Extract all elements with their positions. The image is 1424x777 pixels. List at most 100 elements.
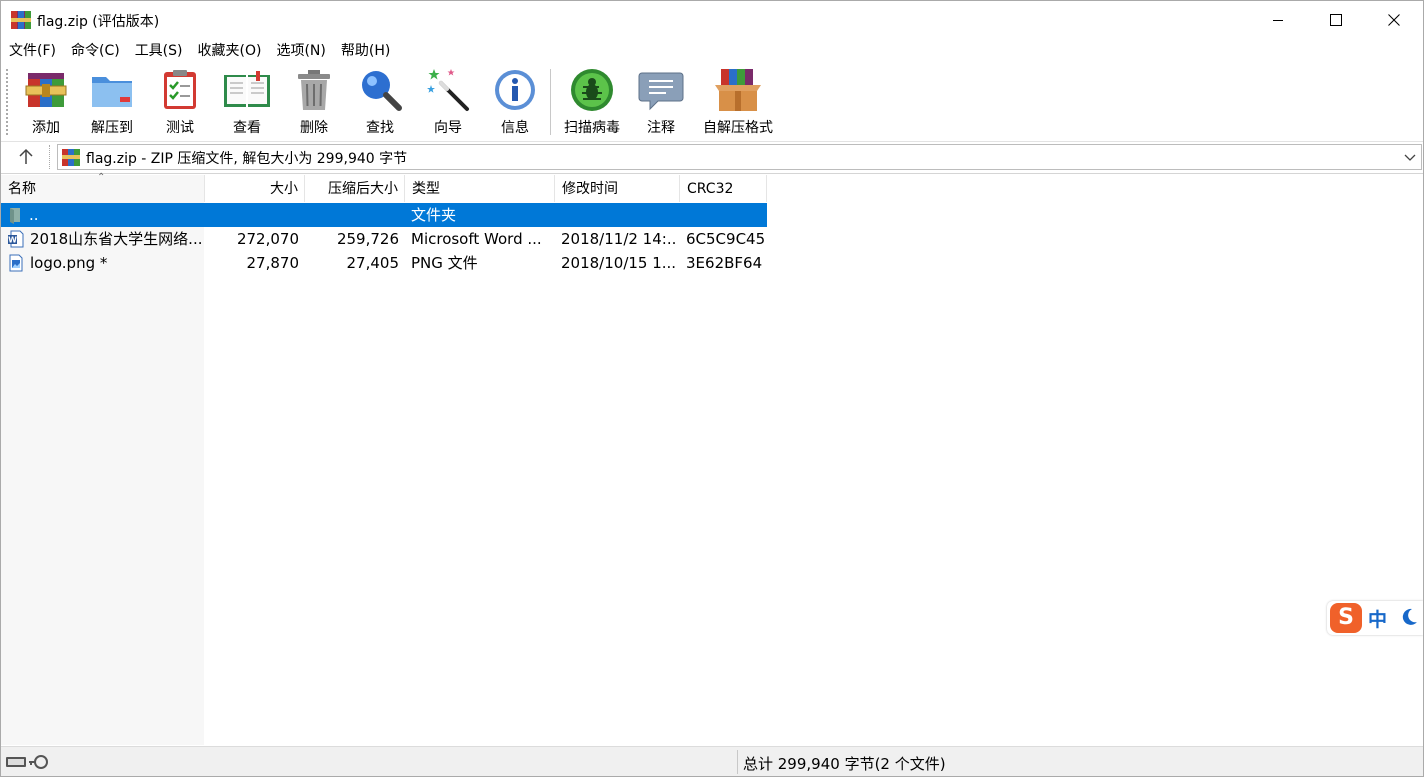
column-header-crc[interactable]: CRC32 [680,175,767,202]
row-packed [305,203,399,227]
close-button[interactable] [1365,1,1423,39]
info-icon [495,70,535,110]
comment-label: 注释 [647,120,675,136]
maximize-button[interactable] [1307,1,1365,39]
toolbar-separator [550,69,551,135]
file-list[interactable]: ⌃ 名称 大小 压缩后大小 类型 修改时间 CRC32 .. 文件夹 W 201… [1,172,1423,745]
row-name: 2018山东省大学生网络... [30,230,202,248]
title-bar[interactable]: flag.zip (评估版本) [1,1,1423,39]
menu-file[interactable]: 文件(F) [1,39,63,63]
add-label: 添加 [32,120,60,136]
list-header: ⌃ 名称 大小 压缩后大小 类型 修改时间 CRC32 [1,172,767,202]
sfx-label: 自解压格式 [703,120,773,136]
row-modified: 2018/11/2 14:... [561,230,676,248]
ime-toolbar[interactable]: S 中 [1327,601,1423,635]
test-button[interactable]: 测试 [157,67,203,137]
row-crc: 3E62BF64 [686,254,763,272]
sfx-button[interactable]: 自解压格式 [699,67,777,137]
delete-label: 删除 [300,120,328,136]
svg-text:W: W [8,236,17,245]
comment-button[interactable]: 注释 [638,67,684,137]
menu-favorites[interactable]: 收藏夹(O) [190,39,269,63]
wizard-button[interactable]: 向导 [425,67,471,137]
virus-scan-icon [571,69,613,111]
row-type: 文件夹 [411,206,457,224]
column-header-name-label: 名称 [8,181,36,197]
row-crc: 6C5C9C45 [686,230,766,248]
up-one-level-button[interactable] [13,146,39,168]
column-header-size[interactable]: 大小 [205,175,305,202]
add-button[interactable]: 添加 [23,67,69,137]
row-modified: 2018/10/15 1... [561,254,676,272]
parent-folder-icon [10,208,20,224]
row-type: PNG 文件 [411,254,478,272]
minimize-button[interactable] [1249,1,1307,39]
view-button[interactable]: 查看 [221,67,273,137]
menu-bar: 文件(F) 命令(C) 工具(S) 收藏夹(O) 选项(N) 帮助(H) [1,39,1423,63]
status-summary: 总计 299,940 字节(2 个文件) [743,755,946,773]
wizard-label: 向导 [434,120,462,136]
column-header-packed[interactable]: 压缩后大小 [305,175,405,202]
extract-folder-icon [92,77,132,107]
row-name: logo.png * [30,254,108,272]
info-label: 信息 [501,120,529,136]
toolbar: 添加 解压到 测试 查看 删除 查找 向导 信息 扫描病毒 注释 自解压格式 [1,63,1423,142]
row-modified [561,203,676,227]
chevron-down-icon[interactable] [1401,147,1419,167]
trash-icon [298,70,330,110]
row-crc [686,203,766,227]
test-clipboard-icon [164,70,196,109]
row-type: Microsoft Word ... [411,230,542,248]
test-label: 测试 [166,120,194,136]
word-document-icon: W [8,230,24,248]
minimize-icon [1273,20,1283,21]
menu-tools[interactable]: 工具(S) [127,39,190,63]
row-name: .. [29,206,39,224]
address-grip [49,145,53,169]
sort-ascending-icon: ⌃ [97,172,106,183]
status-bar: 总计 299,940 字节(2 个文件) [1,746,1423,776]
list-row-image[interactable]: logo.png * 27,870 27,405 PNG 文件 2018/10/… [1,251,767,275]
extract-to-button[interactable]: 解压到 [87,67,137,137]
row-size [205,203,299,227]
row-size: 272,070 [236,230,299,248]
winrar-window: flag.zip (评估版本) 文件(F) 命令(C) 工具(S) 收藏夹(O)… [0,0,1424,777]
moon-icon[interactable] [1399,607,1419,627]
find-button[interactable]: 查找 [357,67,403,137]
view-label: 查看 [233,120,261,136]
column-header-name[interactable]: ⌃ 名称 [1,172,205,202]
virus-scan-label: 扫描病毒 [564,120,620,136]
row-packed: 27,405 [346,254,400,272]
window-title: flag.zip (评估版本) [37,14,160,30]
ime-mode-indicator[interactable]: 中 [1368,605,1387,632]
view-book-icon [224,71,270,107]
list-row-parent[interactable]: .. 文件夹 [1,203,767,227]
info-button[interactable]: 信息 [492,67,538,137]
sogou-logo-icon[interactable]: S [1330,603,1362,633]
add-archive-icon [25,73,67,107]
column-header-modified[interactable]: 修改时间 [555,175,680,202]
list-row-document[interactable]: W 2018山东省大学生网络... 272,070 259,726 Micros… [1,227,767,251]
menu-options[interactable]: 选项(N) [268,39,332,63]
arrow-up-icon [19,148,33,164]
status-drive-key-icon[interactable] [5,753,51,771]
row-packed: 259,726 [336,230,399,248]
archive-path-field[interactable]: flag.zip - ZIP 压缩文件, 解包大小为 299,940 字节 [57,144,1422,170]
virus-scan-button[interactable]: 扫描病毒 [562,67,622,137]
winrar-app-icon [11,11,31,29]
status-divider [737,750,738,774]
magnifier-icon [362,71,402,111]
archive-path-text: flag.zip - ZIP 压缩文件, 解包大小为 299,940 字节 [86,151,408,167]
comment-icon [638,72,684,111]
image-file-icon [9,254,23,272]
wizard-wand-icon [427,69,469,111]
delete-button[interactable]: 删除 [291,67,337,137]
toolbar-grip[interactable] [6,69,11,135]
menu-command[interactable]: 命令(C) [63,39,127,63]
close-icon [1388,14,1400,26]
column-header-type[interactable]: 类型 [405,175,555,202]
menu-help[interactable]: 帮助(H) [333,39,397,63]
extract-to-label: 解压到 [91,120,133,136]
archive-icon [62,149,80,166]
sfx-box-icon [715,69,761,111]
